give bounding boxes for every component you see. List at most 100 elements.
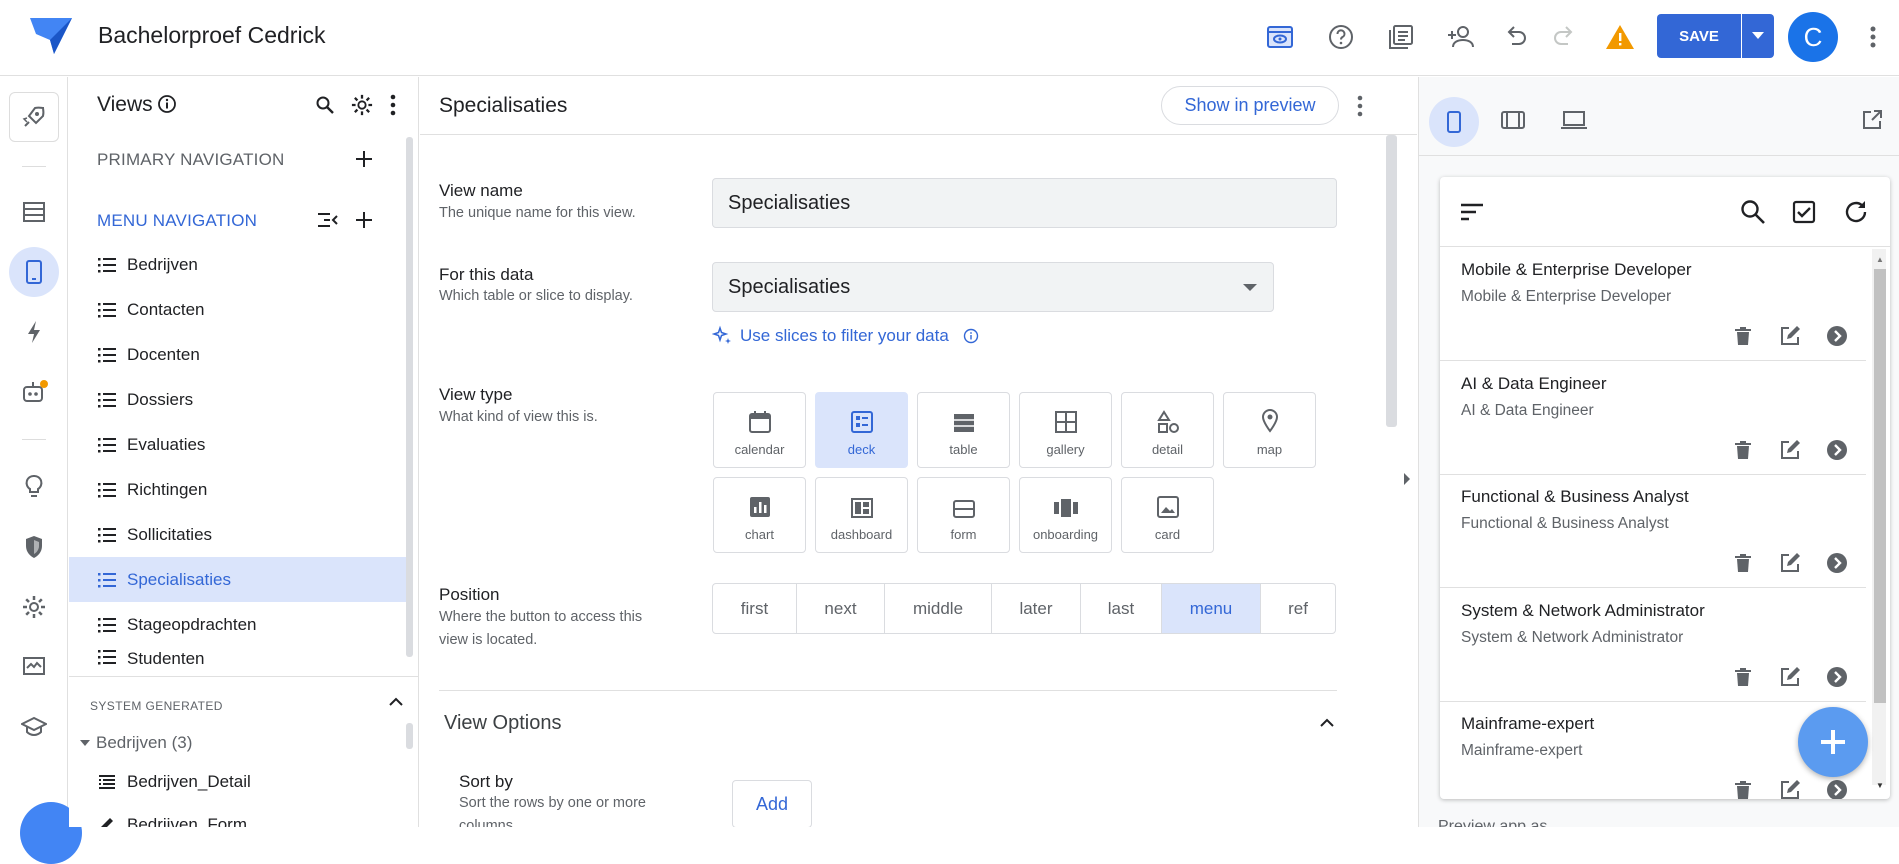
delete-icon[interactable]: [1731, 551, 1755, 575]
data-icon[interactable]: [9, 187, 59, 237]
delete-icon[interactable]: [1731, 438, 1755, 462]
tablet-preview-icon[interactable]: [1500, 110, 1526, 130]
views-scrollbar[interactable]: [406, 137, 413, 657]
refresh-icon[interactable]: [1843, 199, 1869, 225]
more-vert-icon[interactable]: [1357, 95, 1363, 117]
view-options-header[interactable]: View Options: [444, 712, 561, 735]
position-first[interactable]: first: [713, 584, 797, 633]
system-scrollbar[interactable]: [406, 723, 413, 749]
data-select[interactable]: Specialisaties: [712, 262, 1274, 312]
intelligence-bulb-icon[interactable]: [9, 462, 59, 512]
search-icon[interactable]: [315, 95, 335, 115]
info-icon[interactable]: [157, 94, 177, 114]
open-row-icon[interactable]: [1825, 551, 1849, 575]
view-type-table[interactable]: table: [917, 392, 1010, 468]
documentation-icon[interactable]: [1384, 20, 1418, 54]
view-type-chart[interactable]: chart: [713, 477, 806, 553]
appsheet-logo[interactable]: [30, 18, 72, 54]
edit-icon[interactable]: [1778, 665, 1802, 689]
settings-gear-icon[interactable]: [9, 582, 59, 632]
open-row-icon[interactable]: [1825, 665, 1849, 689]
chevron-up-icon[interactable]: [389, 697, 403, 707]
mobile-preview-icon[interactable]: [1429, 97, 1479, 147]
share-add-user-icon[interactable]: [1444, 20, 1478, 54]
view-type-map[interactable]: map: [1223, 392, 1316, 468]
sidebar-item-bedrijven[interactable]: Bedrijven: [69, 242, 409, 287]
learn-school-icon[interactable]: [9, 702, 59, 752]
sidebar-item-dossiers[interactable]: Dossiers: [69, 377, 409, 422]
warning-icon[interactable]: [1603, 20, 1637, 54]
save-button[interactable]: SAVE: [1657, 14, 1741, 58]
sidebar-item-sollicitaties[interactable]: Sollicitaties: [69, 512, 409, 557]
caret-down-icon[interactable]: [79, 739, 91, 747]
select-checkbox-icon[interactable]: [1792, 200, 1816, 224]
open-row-icon[interactable]: [1825, 324, 1849, 348]
use-slices-link[interactable]: Use slices to filter your data: [712, 325, 979, 347]
undo-icon[interactable]: [1498, 20, 1532, 54]
add-menu-view-icon[interactable]: [355, 211, 373, 229]
sidebar-item-stageopdrachten[interactable]: Stageopdrachten: [69, 602, 409, 647]
scroll-up-arrow-icon[interactable]: ▲: [1876, 255, 1884, 264]
sidebar-item-docenten[interactable]: Docenten: [69, 332, 409, 377]
edit-icon[interactable]: [1778, 324, 1802, 348]
view-type-form[interactable]: form: [917, 477, 1010, 553]
system-item-detail[interactable]: Bedrijven_Detail: [69, 759, 409, 804]
search-icon[interactable]: [1740, 199, 1766, 225]
add-row-fab[interactable]: [1798, 707, 1868, 777]
position-next[interactable]: next: [797, 584, 885, 633]
desktop-preview-icon[interactable]: [1560, 110, 1588, 130]
system-group-bedrijven[interactable]: Bedrijven (3): [96, 733, 192, 753]
phone-scrollbar[interactable]: [1874, 269, 1886, 703]
views-icon[interactable]: [9, 247, 59, 297]
edit-icon[interactable]: [1778, 438, 1802, 462]
edit-icon[interactable]: [1778, 778, 1802, 799]
launch-icon[interactable]: [9, 92, 59, 142]
chevron-up-icon[interactable]: [1320, 718, 1334, 728]
view-type-deck[interactable]: deck: [815, 392, 908, 468]
security-shield-icon[interactable]: [9, 522, 59, 572]
scroll-down-arrow-icon[interactable]: ▼: [1876, 781, 1884, 790]
reorder-list-icon[interactable]: [317, 212, 339, 228]
sidebar-item-evaluaties[interactable]: Evaluaties: [69, 422, 409, 467]
view-type-detail[interactable]: detail: [1121, 392, 1214, 468]
sidebar-item-contacten[interactable]: Contacten: [69, 287, 409, 332]
more-vert-icon[interactable]: [1856, 20, 1890, 54]
sidebar-item-studenten[interactable]: Studenten: [69, 647, 409, 665]
list-item[interactable]: AI & Data Engineer AI & Data Engineer: [1440, 362, 1866, 475]
position-last[interactable]: last: [1081, 584, 1162, 633]
add-sort-button[interactable]: Add: [732, 780, 812, 827]
gear-icon[interactable]: [351, 94, 373, 116]
system-item-form[interactable]: Bedrijven_Form: [69, 802, 409, 827]
sidebar-item-richtingen[interactable]: Richtingen: [69, 467, 409, 512]
delete-icon[interactable]: [1731, 324, 1755, 348]
position-menu[interactable]: menu: [1162, 584, 1261, 633]
open-row-icon[interactable]: [1825, 438, 1849, 462]
view-type-calendar[interactable]: calendar: [713, 392, 806, 468]
position-middle[interactable]: middle: [885, 584, 992, 633]
avatar[interactable]: C: [1788, 12, 1838, 62]
open-row-icon[interactable]: [1825, 778, 1849, 799]
sidebar-item-specialisaties[interactable]: Specialisaties: [69, 557, 409, 602]
delete-icon[interactable]: [1731, 665, 1755, 689]
list-item[interactable]: Mobile & Enterprise Developer Mobile & En…: [1440, 248, 1866, 361]
view-type-card[interactable]: card: [1121, 477, 1214, 553]
monitor-icon[interactable]: [9, 642, 59, 692]
help-icon[interactable]: [1324, 20, 1358, 54]
view-type-gallery[interactable]: gallery: [1019, 392, 1112, 468]
show-in-preview-button[interactable]: Show in preview: [1161, 86, 1339, 125]
list-item[interactable]: Functional & Business Analyst Functional …: [1440, 475, 1866, 588]
view-type-dashboard[interactable]: dashboard: [815, 477, 908, 553]
view-name-input[interactable]: Specialisaties: [712, 178, 1337, 228]
redo-icon[interactable]: [1548, 20, 1582, 54]
list-item[interactable]: System & Network Administrator System & N…: [1440, 589, 1866, 702]
position-later[interactable]: later: [992, 584, 1081, 633]
editor-scrollbar[interactable]: [1386, 135, 1397, 427]
add-primary-view-icon[interactable]: [355, 150, 373, 168]
bot-icon[interactable]: [9, 367, 59, 417]
save-dropdown-button[interactable]: [1742, 14, 1774, 58]
edit-icon[interactable]: [1778, 551, 1802, 575]
sort-menu-icon[interactable]: [1460, 203, 1484, 221]
collapse-preview-arrow-icon[interactable]: [1402, 472, 1412, 486]
preview-toggle-icon[interactable]: [1263, 20, 1297, 54]
delete-icon[interactable]: [1731, 778, 1755, 799]
